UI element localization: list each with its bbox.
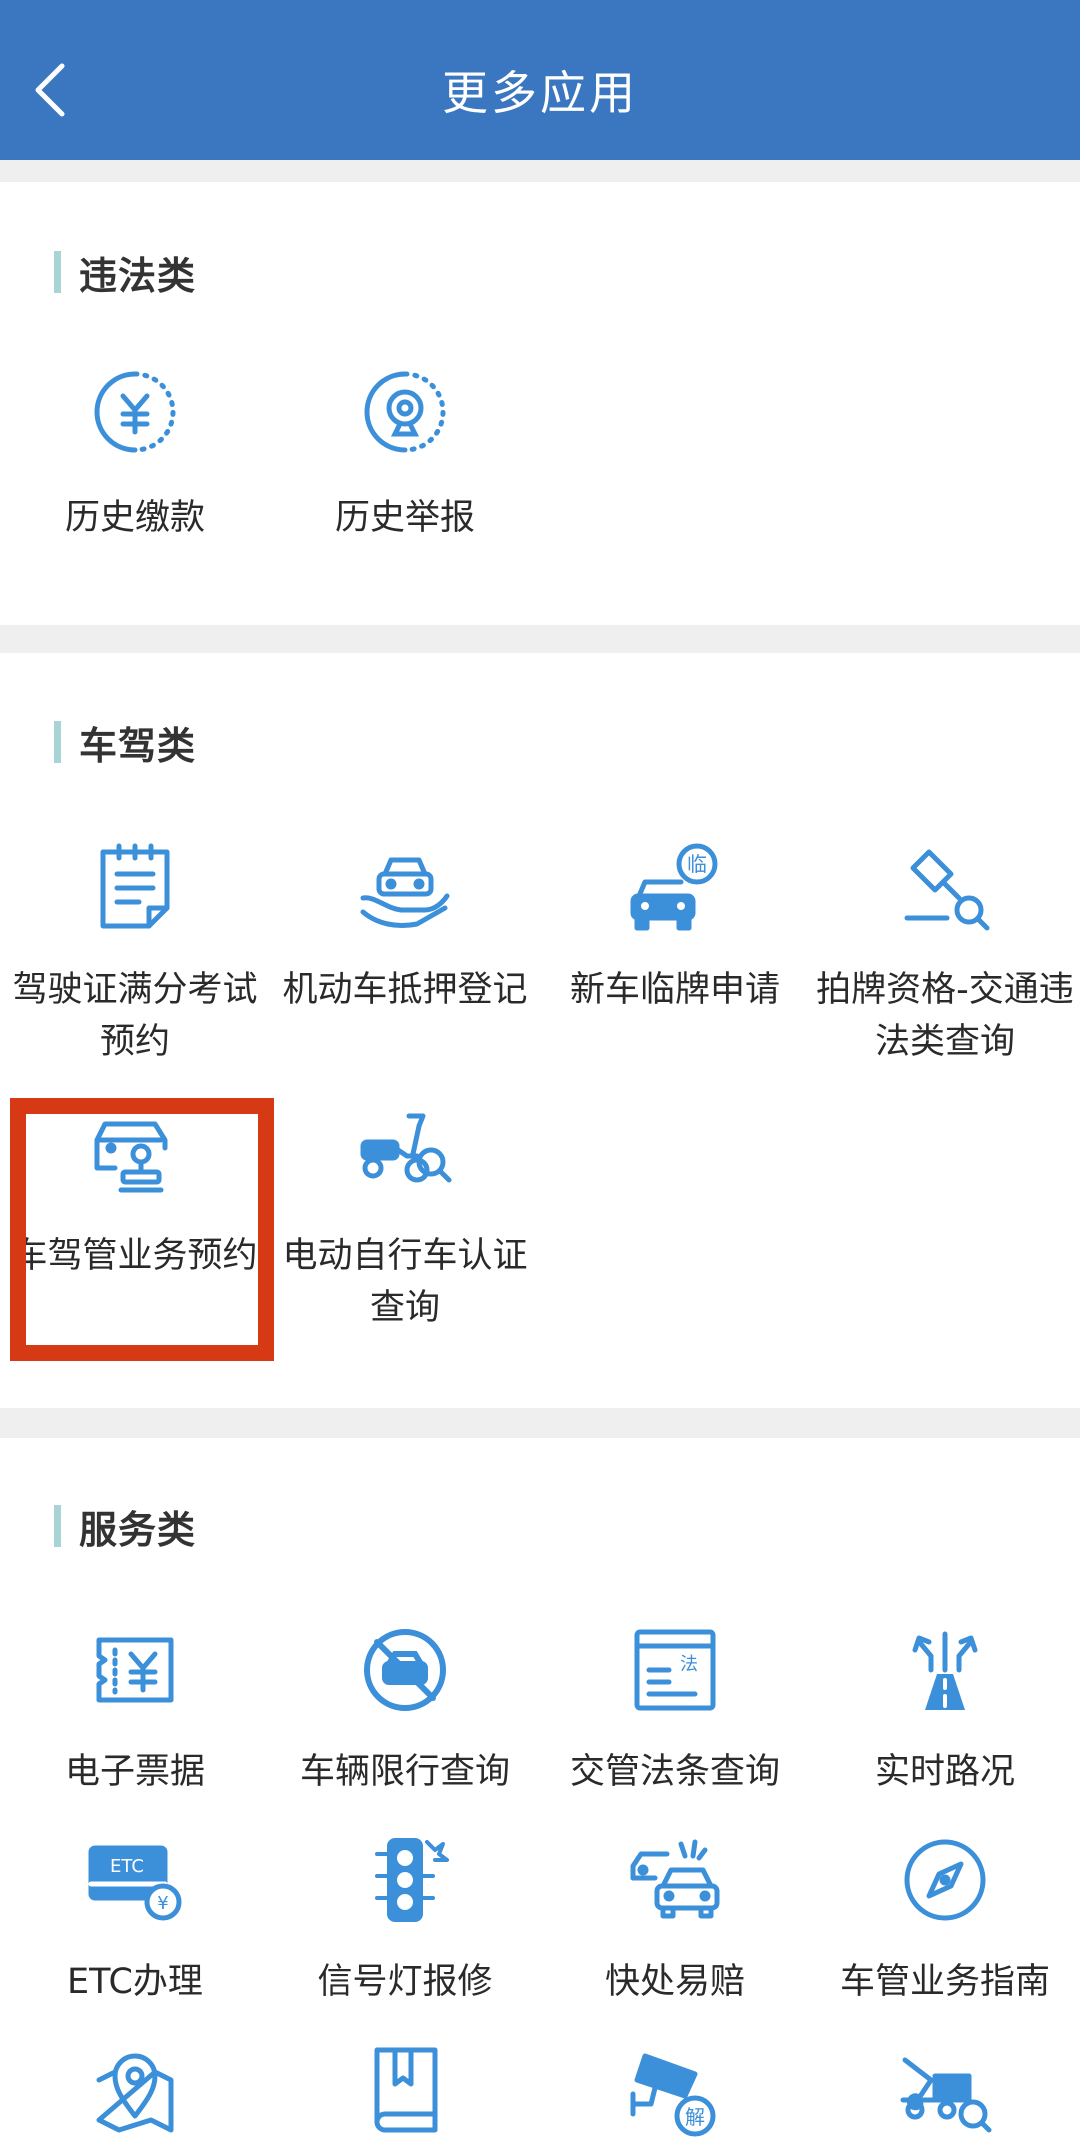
car-collision-icon xyxy=(625,1830,725,1930)
section-title-label: 服务类 xyxy=(79,1507,197,1552)
app-label: 机动车抵押登记 xyxy=(282,970,528,1010)
section-divider xyxy=(0,625,1080,653)
app-label: 车驾管业务预约 xyxy=(12,1236,258,1276)
road-arrows-icon xyxy=(895,1620,995,1720)
app-ebike-certification[interactable]: 电动自行车认证查询 xyxy=(270,1104,540,1344)
section-title-violations: 违法类 xyxy=(54,250,196,298)
app-history-payment[interactable]: 历史缴款 xyxy=(0,362,270,562)
traffic-light-icon xyxy=(355,1830,455,1930)
app-label: 快处易赔 xyxy=(604,1962,745,2002)
app-e-receipt[interactable]: 电子票据 xyxy=(0,1620,270,1820)
app-label: 电动自行车认证查询 xyxy=(282,1236,528,1328)
section-accent-bar xyxy=(54,721,61,763)
section-title-services: 服务类 xyxy=(54,1504,196,1552)
temporary-plate-car-icon: 临 xyxy=(625,838,725,938)
app-label: 历史举报 xyxy=(334,498,475,538)
app-traffic-light-repair[interactable]: 信号灯报修 xyxy=(270,1830,540,2030)
app-label: ETC办理 xyxy=(67,1962,203,2002)
app-label: 车管业务指南 xyxy=(839,1962,1050,2002)
app-label: 信号灯报修 xyxy=(317,1962,493,2002)
app-new-car-temp-plate[interactable]: 临 新车临牌申请 xyxy=(540,838,810,1078)
camera-unlock-icon: 解 xyxy=(625,2040,725,2140)
section-title-vehicle-driving: 车驾类 xyxy=(54,720,196,768)
yuan-receipt-icon xyxy=(85,1620,185,1720)
etc-card-icon: ETC ¥ xyxy=(85,1830,185,1930)
clipboard-icon xyxy=(85,838,185,938)
section-title-label: 违法类 xyxy=(79,253,197,298)
car-stamp-icon xyxy=(85,1104,185,1204)
camera-report-icon xyxy=(355,362,455,462)
section-divider xyxy=(0,1408,1080,1438)
app-label: 历史缴款 xyxy=(64,498,205,538)
map-pin-icon xyxy=(85,2040,185,2140)
app-label: 车辆限行查询 xyxy=(299,1752,510,1792)
app-vehicle-business-booking[interactable]: 车驾管业务预约 xyxy=(0,1104,270,1344)
app-label: 电子票据 xyxy=(64,1752,205,1792)
app-vehicle-business-guide[interactable]: 车管业务指南 xyxy=(810,1830,1080,2030)
section-accent-bar xyxy=(54,1505,61,1547)
section-accent-bar xyxy=(54,251,61,293)
app-label: 拍牌资格-交通违法类查询 xyxy=(816,970,1074,1062)
book-icon xyxy=(355,2040,455,2140)
app-map-location[interactable] xyxy=(0,2040,270,2148)
svg-text:法: 法 xyxy=(680,1654,698,1675)
compass-icon xyxy=(895,1830,995,1930)
app-label: 实时路况 xyxy=(874,1752,1015,1792)
app-traffic-law-query[interactable]: 法 交管法条查询 xyxy=(540,1620,810,1820)
car-in-hand-icon xyxy=(355,838,455,938)
svg-text:¥: ¥ xyxy=(157,1893,168,1914)
section-title-label: 车驾类 xyxy=(79,723,197,768)
no-car-icon xyxy=(355,1620,455,1720)
svg-text:解: 解 xyxy=(685,2105,705,2129)
scooter-search-icon xyxy=(355,1104,455,1204)
page-title: 更多应用 xyxy=(442,66,638,120)
app-license-exam-booking[interactable]: 驾驶证满分考试预约 xyxy=(0,838,270,1078)
app-vehicle-restriction-query[interactable]: 车辆限行查询 xyxy=(270,1620,540,1820)
law-document-icon: 法 xyxy=(625,1620,725,1720)
yuan-coin-icon xyxy=(85,362,185,462)
app-plate-bidding-eligibility[interactable]: 拍牌资格-交通违法类查询 xyxy=(810,838,1080,1078)
section-divider xyxy=(0,160,1080,182)
app-label: 驾驶证满分考试预约 xyxy=(12,970,258,1062)
gavel-search-icon xyxy=(895,838,995,938)
tow-truck-search-icon xyxy=(895,2040,995,2140)
top-bar: 更多应用 xyxy=(0,0,1080,160)
app-camera-unlock[interactable]: 解 xyxy=(540,2040,810,2148)
app-vehicle-mortgage[interactable]: 机动车抵押登记 xyxy=(270,838,540,1078)
app-live-traffic[interactable]: 实时路况 xyxy=(810,1620,1080,1820)
app-label: 交管法条查询 xyxy=(569,1752,780,1792)
app-quick-claim[interactable]: 快处易赔 xyxy=(540,1830,810,2030)
app-history-report[interactable]: 历史举报 xyxy=(270,362,540,562)
app-tow-truck[interactable] xyxy=(810,2040,1080,2148)
svg-text:ETC: ETC xyxy=(110,1856,144,1877)
app-book[interactable] xyxy=(270,2040,540,2148)
svg-text:临: 临 xyxy=(687,852,707,876)
app-etc-service[interactable]: ETC ¥ ETC办理 xyxy=(0,1830,270,2030)
app-label: 新车临牌申请 xyxy=(569,970,780,1010)
